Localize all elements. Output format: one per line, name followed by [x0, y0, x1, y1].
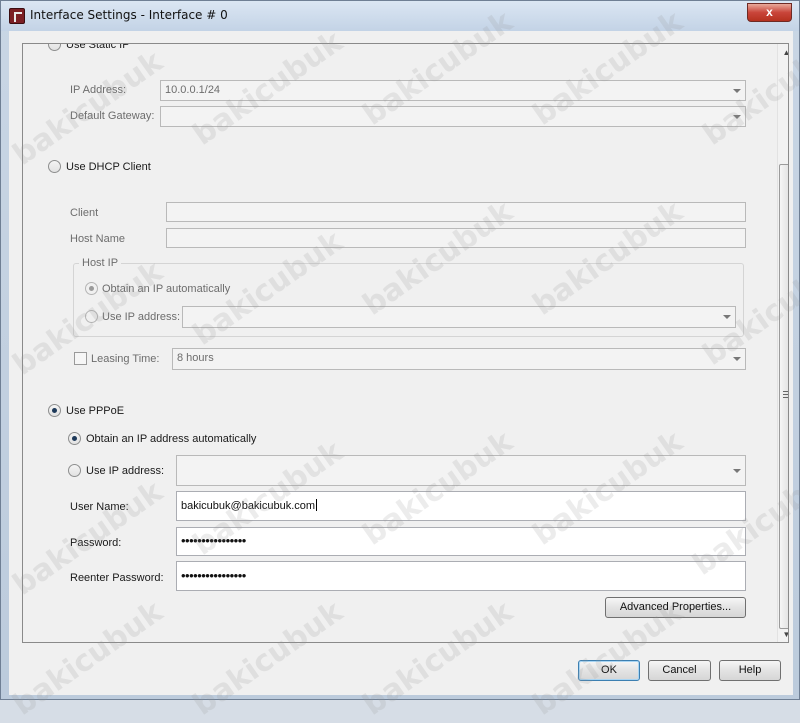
- user-name-field[interactable]: bakicubuk@bakicubuk.com: [176, 491, 746, 521]
- text-caret: [316, 499, 318, 511]
- help-button[interactable]: Help: [719, 660, 781, 681]
- dhcp-use-ip-address-radio[interactable]: [85, 310, 98, 323]
- scroll-up-icon[interactable]: ▲: [778, 44, 788, 61]
- ip-address-combo[interactable]: 10.0.0.1/24: [160, 80, 746, 101]
- dhcp-obtain-ip-auto-label: Obtain an IP automatically: [102, 283, 231, 295]
- use-dhcp-client-label: Use DHCP Client: [66, 161, 151, 173]
- leasing-time-label: Leasing Time:: [91, 353, 160, 365]
- grip-line: [783, 391, 788, 392]
- use-dhcp-client-radio[interactable]: [48, 160, 61, 173]
- scrollbar-thumb[interactable]: [779, 164, 788, 629]
- pppoe-use-ip-address-label: Use IP address:: [86, 465, 165, 477]
- host-name-field[interactable]: [166, 228, 746, 248]
- password-label: Password:: [70, 537, 122, 549]
- chevron-down-icon: [733, 357, 741, 361]
- dhcp-use-ip-address-combo[interactable]: [182, 306, 736, 328]
- chevron-down-icon: [733, 114, 741, 119]
- scroll-down-icon[interactable]: ▼: [778, 626, 788, 642]
- leasing-time-checkbox[interactable]: [74, 352, 87, 365]
- host-ip-group-title: Host IP: [79, 257, 122, 269]
- pppoe-use-ip-address-radio[interactable]: [68, 464, 81, 477]
- chevron-down-icon: [723, 315, 731, 319]
- use-static-ip-radio[interactable]: [48, 44, 61, 51]
- use-pppoe-radio[interactable]: [48, 404, 61, 417]
- host-name-label: Host Name: [70, 233, 126, 245]
- use-static-ip-label: Use Static IP: [66, 43, 130, 51]
- pppoe-obtain-ip-auto-radio[interactable]: [68, 432, 81, 445]
- password-field[interactable]: ••••••••••••••••: [176, 527, 746, 556]
- client-field[interactable]: [166, 202, 746, 222]
- pppoe-use-ip-address-combo[interactable]: [176, 455, 746, 486]
- chevron-down-icon: [733, 88, 741, 93]
- window-title: Interface Settings - Interface # 0: [30, 8, 228, 22]
- settings-panel: Use Static IP IP Address: 10.0.0.1/24 De…: [22, 43, 789, 643]
- reenter-password-label: Reenter Password:: [70, 572, 164, 584]
- default-gateway-label: Default Gateway:: [70, 110, 155, 122]
- ip-address-value: 10.0.0.1/24: [165, 84, 221, 96]
- ip-address-label: IP Address:: [70, 84, 127, 96]
- client-label: Client: [70, 207, 99, 219]
- leasing-time-value: 8 hours: [177, 352, 214, 364]
- reenter-password-field[interactable]: ••••••••••••••••: [176, 561, 746, 591]
- dhcp-obtain-ip-auto-radio[interactable]: [85, 282, 98, 295]
- ok-button[interactable]: OK: [578, 660, 640, 681]
- cancel-button[interactable]: Cancel: [648, 660, 711, 681]
- use-pppoe-label: Use PPPoE: [66, 405, 125, 417]
- advanced-properties-button[interactable]: Advanced Properties...: [605, 597, 746, 618]
- chevron-down-icon: [733, 468, 741, 473]
- grip-line: [783, 394, 788, 395]
- user-name-label: User Name:: [70, 501, 129, 513]
- close-button[interactable]: x: [747, 3, 792, 22]
- pppoe-obtain-ip-auto-label: Obtain an IP address automatically: [86, 433, 257, 445]
- vertical-scrollbar[interactable]: ▲ ▼: [777, 44, 788, 642]
- app-icon: [9, 8, 25, 24]
- dialog-body: Use Static IP IP Address: 10.0.0.1/24 De…: [9, 31, 793, 695]
- dhcp-use-ip-address-label: Use IP address:: [102, 311, 181, 323]
- user-name-value: bakicubuk@bakicubuk.com: [181, 500, 316, 512]
- grip-line: [783, 397, 788, 398]
- dialog-window: Interface Settings - Interface # 0 x Use…: [0, 0, 800, 723]
- title-bar[interactable]: Interface Settings - Interface # 0 x: [1, 1, 799, 31]
- default-gateway-combo[interactable]: [160, 106, 746, 127]
- leasing-time-combo[interactable]: 8 hours: [172, 348, 746, 370]
